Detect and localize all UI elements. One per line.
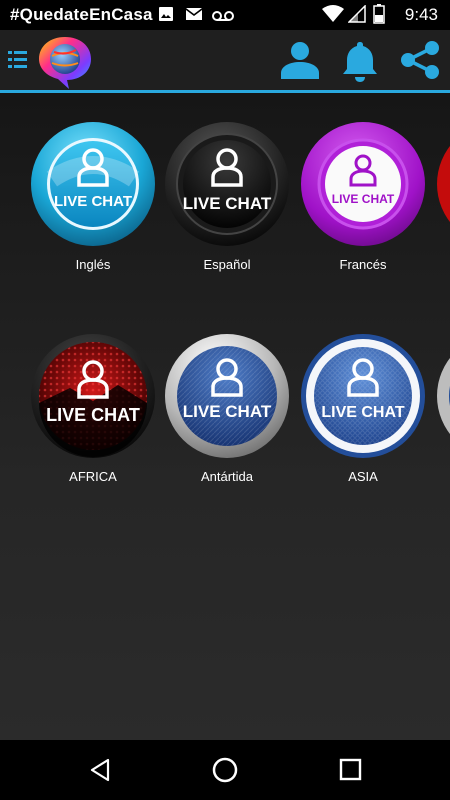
chat-room-espanol[interactable]: LIVE CHAT Español	[162, 121, 292, 291]
live-chat-badge: LIVE CHAT	[54, 193, 132, 210]
notifications-button[interactable]	[338, 38, 382, 82]
chat-room-label: ASIA	[348, 469, 378, 484]
chat-room-africa[interactable]: LIVE CHAT AFRICA	[28, 333, 158, 503]
gmail-icon	[185, 6, 203, 27]
chat-room-asia[interactable]: LIVE CHAT ASIA	[298, 333, 428, 503]
live-chat-badge: LIVE CHAT	[46, 405, 140, 425]
live-chat-button[interactable]	[436, 333, 450, 459]
menu-button[interactable]	[8, 48, 28, 72]
battery-icon	[373, 4, 385, 29]
chat-room-partial[interactable]	[434, 333, 450, 503]
live-chat-badge: LIVE CHAT	[183, 402, 272, 421]
chat-room-label: Español	[203, 257, 251, 272]
recents-button[interactable]	[336, 755, 366, 785]
live-chat-button[interactable]: LIVE CHAT	[30, 333, 156, 459]
home-button[interactable]	[210, 755, 240, 785]
chat-room-label: Inglés	[75, 257, 111, 272]
recents-icon	[339, 758, 362, 781]
chat-room-partial[interactable]	[434, 121, 450, 291]
wifi-icon	[322, 5, 344, 28]
user-icon	[281, 42, 319, 79]
live-chat-badge: LIVE CHAT	[332, 192, 395, 206]
home-icon	[212, 757, 238, 783]
navigation-bar	[0, 740, 450, 800]
status-title: #QuedateEnCasa	[10, 5, 153, 24]
status-time: 9:43	[404, 5, 438, 24]
live-chat-button[interactable]: LIVE CHAT	[30, 121, 156, 247]
back-icon	[90, 758, 110, 782]
bell-icon	[343, 42, 377, 82]
share-icon	[401, 41, 439, 79]
profile-button[interactable]	[278, 38, 322, 82]
live-chat-button[interactable]: LIVE CHAT	[164, 121, 290, 247]
image-icon	[158, 6, 174, 27]
chat-room-grid: LIVE CHAT Inglés LIVE CHAT Español LIVE …	[0, 93, 450, 740]
chat-room-ingles[interactable]: LIVE CHAT Inglés	[28, 121, 158, 291]
menu-icon	[8, 51, 27, 68]
live-chat-badge: LIVE CHAT	[183, 194, 272, 213]
chat-room-label: Antártida	[200, 469, 254, 484]
chat-room-label: AFRICA	[69, 469, 117, 484]
share-button[interactable]	[398, 38, 442, 82]
live-chat-badge: LIVE CHAT	[321, 404, 404, 421]
chat-room-label: Francés	[339, 257, 387, 272]
signal-icon	[347, 4, 366, 28]
voicemail-icon	[212, 9, 234, 27]
status-bar: #QuedateEnCasa 9:43	[0, 0, 450, 30]
live-chat-button[interactable]: LIVE CHAT	[164, 333, 290, 459]
chat-room-antartida[interactable]: LIVE CHAT Antártida	[162, 333, 292, 503]
live-chat-button[interactable]: LIVE CHAT	[300, 333, 426, 459]
live-chat-button[interactable]: LIVE CHAT	[300, 121, 426, 247]
app-logo	[36, 34, 94, 90]
chat-room-frances[interactable]: LIVE CHAT Francés	[298, 121, 428, 291]
live-chat-button[interactable]	[436, 121, 450, 247]
back-button[interactable]	[86, 755, 116, 785]
